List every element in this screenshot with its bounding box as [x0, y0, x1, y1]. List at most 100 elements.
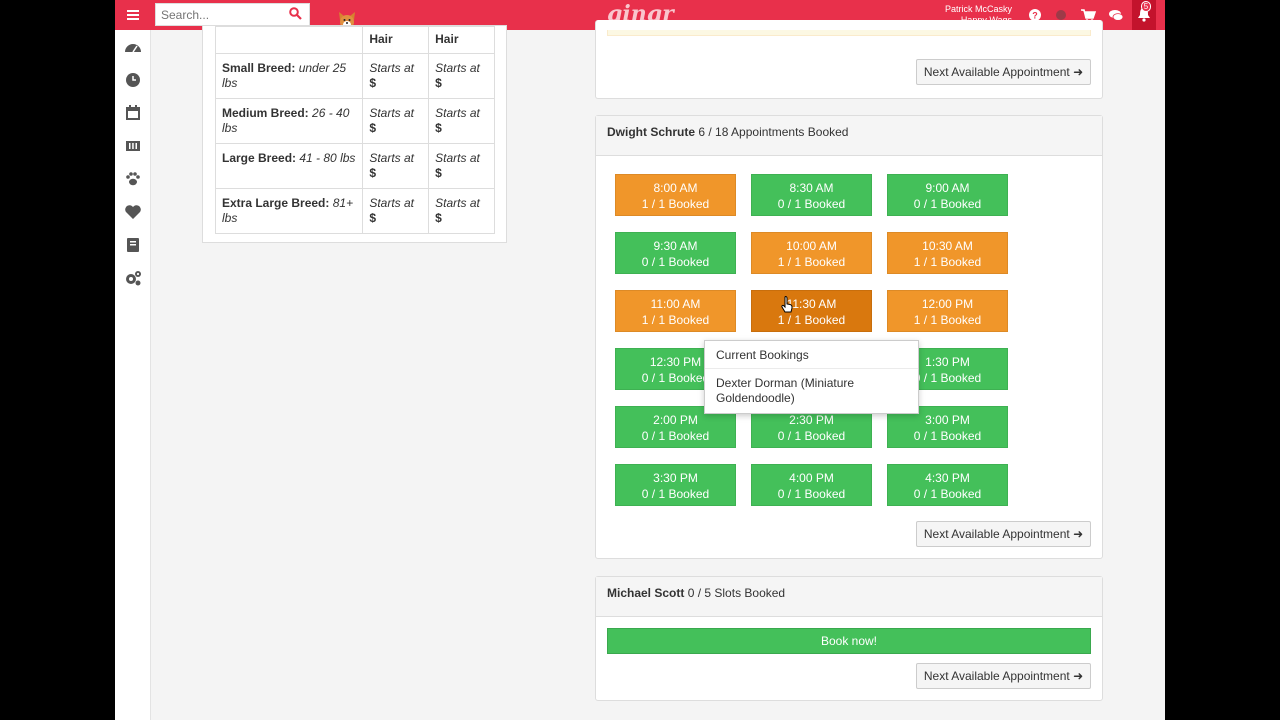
time-slot-button[interactable]: 3:30 PM 0 / 1 Booked	[615, 464, 736, 506]
slot-time: 12:00 PM	[921, 297, 974, 311]
booking-entry[interactable]: Dexter Dorman (Miniature Goldendoodle)	[705, 369, 918, 413]
next-available-button[interactable]: Next Available Appointment ➜	[916, 663, 1091, 689]
calendar-icon[interactable]	[123, 103, 143, 123]
slot-status: 1 / 1 Booked	[641, 197, 710, 211]
slot-time: 8:30 AM	[789, 181, 834, 195]
time-slot-button[interactable]: 11:00 AM 1 / 1 Booked	[615, 290, 736, 332]
grooming-pricing-table: Hair Hair Small Breed: under 25 lbs Star…	[214, 26, 495, 234]
price-cell: Starts at $	[428, 188, 495, 234]
book-now-button[interactable]: Book now!	[607, 628, 1091, 654]
button-label: Next Available Appointment	[923, 669, 1070, 683]
slot-status: 0 / 1 Booked	[913, 429, 982, 443]
slot-time: 4:30 PM	[925, 471, 970, 485]
time-slot-button[interactable]: 10:00 AM 1 / 1 Booked	[751, 232, 872, 274]
slot-time: 10:00 AM	[786, 239, 837, 253]
svg-text:?: ?	[1032, 11, 1038, 21]
hand-cursor-icon	[781, 296, 793, 313]
price-cell: Starts at $	[362, 143, 430, 189]
next-available-button[interactable]: Next Available Appointment ➜	[916, 59, 1091, 85]
price-cell: Starts at $	[362, 53, 430, 99]
popover-title: Current Bookings	[705, 341, 918, 369]
slot-time: 2:30 PM	[789, 413, 834, 427]
price-cell: Starts at $	[362, 188, 430, 234]
table-header: Hair	[362, 26, 430, 54]
search-icon[interactable]	[289, 7, 302, 20]
slot-time: 4:00 PM	[789, 471, 834, 485]
booking-summary: 6 / 18 Appointments Booked	[698, 125, 849, 139]
groomer-panel-michael: Michael Scott 0 / 5 Slots Booked Book no…	[595, 576, 1103, 701]
alert-strip	[607, 30, 1091, 36]
sidebar	[115, 30, 151, 720]
slot-time: 11:30 AM	[786, 297, 837, 311]
price-cell: Starts at $	[428, 98, 495, 144]
app-window: gingr Patrick McCasky Happy Wags ? 5 Hai…	[115, 0, 1165, 720]
slot-time: 10:30 AM	[922, 239, 973, 253]
arrow-right-icon: ➜	[1073, 669, 1084, 683]
slot-status: 0 / 1 Booked	[913, 487, 982, 501]
dashboard-icon[interactable]	[123, 38, 143, 58]
booking-summary: 0 / 5 Slots Booked	[687, 586, 786, 600]
search-input[interactable]	[156, 4, 276, 25]
slot-status: 1 / 1 Booked	[641, 313, 710, 327]
time-slot-button[interactable]: 10:30 AM 1 / 1 Booked	[887, 232, 1008, 274]
arrow-right-icon: ➜	[1073, 65, 1084, 79]
slot-status: 0 / 1 Booked	[913, 197, 982, 211]
kennel-icon[interactable]	[123, 136, 143, 156]
slot-status: 0 / 1 Booked	[777, 197, 846, 211]
time-slot-button[interactable]: 9:00 AM 0 / 1 Booked	[887, 174, 1008, 216]
time-slot-button[interactable]: 8:00 AM 1 / 1 Booked	[615, 174, 736, 216]
pricing-panel: Hair Hair Small Breed: under 25 lbs Star…	[202, 25, 507, 243]
slot-status: 1 / 1 Booked	[777, 313, 846, 327]
breed-cell: Small Breed: under 25 lbs	[214, 53, 364, 99]
time-slot-button[interactable]: 4:00 PM 0 / 1 Booked	[751, 464, 872, 506]
slot-status: 0 / 1 Booked	[641, 429, 710, 443]
book-icon[interactable]	[123, 235, 143, 255]
paw-icon[interactable]	[123, 169, 143, 189]
table-row: Extra Large Breed: 81+ lbs Starts at $ S…	[214, 188, 495, 234]
slot-status: 0 / 1 Booked	[777, 429, 846, 443]
slot-status: 1 / 1 Booked	[777, 255, 846, 269]
slot-time: 9:30 AM	[653, 239, 698, 253]
slot-status: 0 / 1 Booked	[777, 487, 846, 501]
price-cell: Starts at $	[362, 98, 430, 144]
slot-status: 0 / 1 Booked	[641, 487, 710, 501]
groomer-name: Michael Scott	[607, 586, 685, 600]
breed-cell: Medium Breed: 26 - 40 lbs	[214, 98, 364, 144]
groomer-panel-previous: Next Available Appointment ➜	[595, 20, 1103, 99]
table-header: Hair	[428, 26, 495, 54]
settings-icon[interactable]	[123, 268, 143, 288]
time-slot-button[interactable]: 9:30 AM 0 / 1 Booked	[615, 232, 736, 274]
heart-icon[interactable]	[123, 202, 143, 222]
next-available-button[interactable]: Next Available Appointment ➜	[916, 521, 1091, 547]
time-slot-button[interactable]: 12:00 PM 1 / 1 Booked	[887, 290, 1008, 332]
time-slot-button[interactable]: 8:30 AM 0 / 1 Booked	[751, 174, 872, 216]
current-bookings-popover: Current Bookings Dexter Dorman (Miniatur…	[704, 340, 919, 414]
table-header-row: Hair Hair	[214, 26, 495, 54]
table-row: Large Breed: 41 - 80 lbs Starts at $ Sta…	[214, 143, 495, 189]
slot-status: 1 / 1 Booked	[913, 255, 982, 269]
time-slot-button[interactable]: 11:30 AM 1 / 1 Booked	[751, 290, 872, 332]
button-label: Next Available Appointment	[923, 527, 1070, 541]
panel-header: Michael Scott 0 / 5 Slots Booked	[596, 577, 1102, 617]
price-cell: Starts at $	[428, 53, 495, 99]
groomer-panel-dwight: Dwight Schrute 6 / 18 Appointments Booke…	[595, 115, 1103, 559]
table-header	[214, 26, 364, 54]
table-row: Medium Breed: 26 - 40 lbs Starts at $ St…	[214, 98, 495, 144]
slot-time: 3:30 PM	[653, 471, 698, 485]
slot-time: 2:00 PM	[653, 413, 698, 427]
panel-header: Dwight Schrute 6 / 18 Appointments Booke…	[596, 116, 1102, 156]
hamburger-icon	[127, 10, 139, 20]
table-row: Small Breed: under 25 lbs Starts at $ St…	[214, 53, 495, 99]
arrow-right-icon: ➜	[1073, 527, 1084, 541]
breed-cell: Large Breed: 41 - 80 lbs	[214, 143, 364, 189]
chat-icon[interactable]	[1107, 6, 1125, 24]
groomer-name: Dwight Schrute	[607, 125, 696, 139]
hamburger-menu-button[interactable]	[118, 2, 148, 28]
user-name: Patrick McCasky	[944, 4, 1012, 14]
slot-status: 0 / 1 Booked	[641, 255, 710, 269]
search-box[interactable]	[155, 3, 310, 26]
clock-icon[interactable]	[123, 70, 143, 90]
time-slot-button[interactable]: 4:30 PM 0 / 1 Booked	[887, 464, 1008, 506]
breed-cell: Extra Large Breed: 81+ lbs	[214, 188, 364, 234]
slot-time: 11:00 AM	[650, 297, 701, 311]
